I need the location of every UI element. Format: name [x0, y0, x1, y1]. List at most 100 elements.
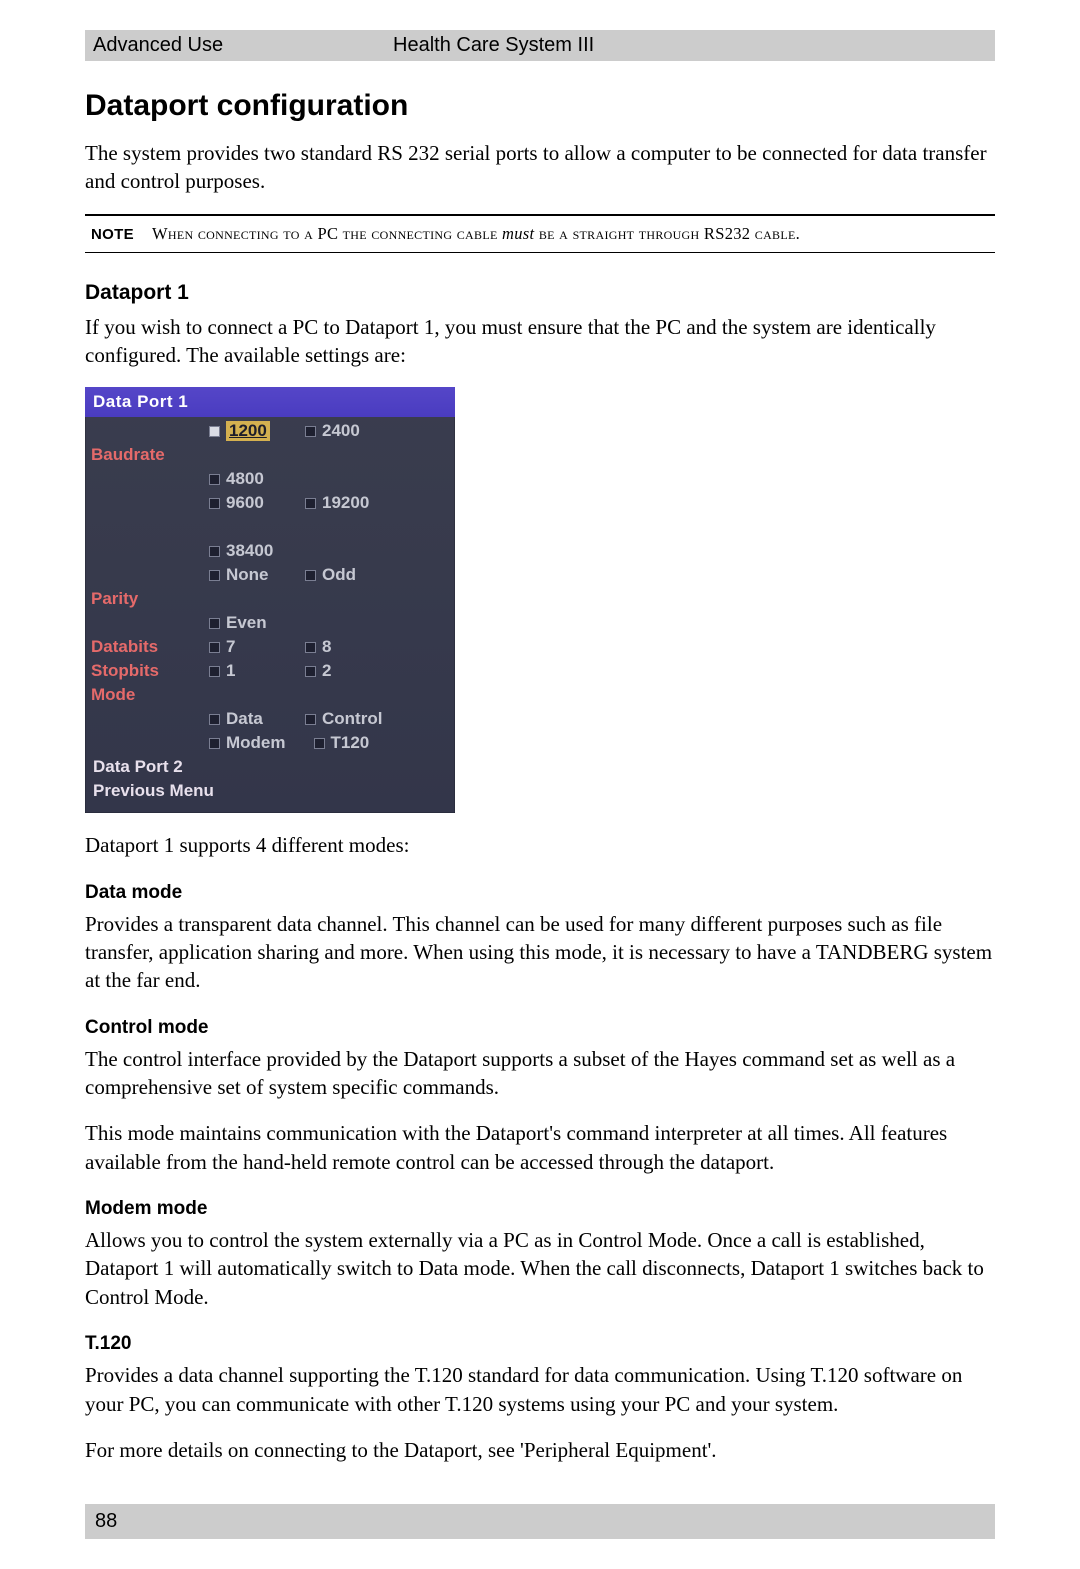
osd-row: Stopbits12 [91, 659, 449, 683]
page-footer-bar: 88 [85, 1504, 995, 1539]
osd-row-label: Stopbits [91, 661, 209, 681]
intro-paragraph: The system provides two standard RS 232 … [85, 139, 995, 196]
osd-option-label: 8 [322, 637, 331, 657]
osd-option[interactable]: None [209, 565, 277, 585]
osd-option-label: Even [226, 613, 267, 633]
osd-option-label: Control [322, 709, 382, 729]
header-section-center: Health Care System III [393, 34, 987, 57]
osd-row-options: 9600 19200 38400 [209, 493, 449, 561]
control-mode-paragraph-1: The control interface provided by the Da… [85, 1045, 995, 1102]
osd-menu: Data Port 1 Baudrate 1200 2400 4800 9600 1920… [85, 387, 455, 813]
osd-option-label: 4800 [226, 469, 264, 489]
osd-option-label: None [226, 565, 269, 585]
osd-option-label: 1 [226, 661, 235, 681]
osd-option-label: 2400 [322, 421, 360, 441]
osd-row-options: Data Control [209, 709, 449, 729]
checkbox-icon [305, 714, 316, 725]
osd-option-label: 7 [226, 637, 235, 657]
modem-mode-heading: Modem mode [85, 1198, 995, 1220]
page-title: Dataport configuration [85, 89, 995, 123]
osd-row: Data Control [91, 707, 449, 731]
osd-option-label: 1200 [226, 421, 270, 441]
osd-option[interactable]: 8 [305, 637, 373, 657]
osd-option-label: Modem [226, 733, 286, 753]
osd-nav-link[interactable]: Previous Menu [91, 779, 449, 803]
note-text: When connecting to a PC the connecting c… [152, 224, 800, 243]
t120-paragraph-1: Provides a data channel supporting the T… [85, 1361, 995, 1418]
osd-row-options: Modem T120 [209, 733, 449, 753]
checkbox-icon [209, 642, 220, 653]
osd-option-label: 9600 [226, 493, 264, 513]
osd-row: 9600 19200 38400 [91, 491, 449, 563]
osd-option[interactable]: Data [209, 709, 277, 729]
osd-row-label: Baudrate [91, 445, 209, 465]
page-number: 88 [95, 1510, 117, 1532]
checkbox-icon [305, 498, 316, 509]
checkbox-icon [209, 498, 220, 509]
osd-option[interactable]: 19200 [305, 493, 373, 513]
osd-title: Data Port 1 [85, 387, 455, 417]
osd-option-label: 2 [322, 661, 331, 681]
note-text-post: be a straight through RS232 cable. [534, 224, 800, 243]
osd-row-options: 78 [209, 637, 449, 657]
data-mode-paragraph: Provides a transparent data channel. Thi… [85, 910, 995, 995]
note-text-em: must [502, 224, 534, 243]
osd-option[interactable]: 38400 [209, 541, 277, 561]
header-section-left: Advanced Use [93, 34, 393, 57]
document-page: Advanced Use Health Care System III Data… [0, 0, 1080, 1569]
t120-paragraph-2: For more details on connecting to the Da… [85, 1436, 995, 1464]
checkbox-icon [209, 666, 220, 677]
osd-option[interactable]: 4800 [209, 469, 277, 489]
osd-row-options: None Odd Even [209, 565, 449, 633]
osd-row-label: Parity [91, 589, 209, 609]
osd-row: Databits78 [91, 635, 449, 659]
osd-row: Baudrate 1200 2400 4800 [91, 419, 449, 491]
osd-row: Mode [91, 683, 449, 707]
checkbox-icon [209, 738, 220, 749]
note-label: NOTE [91, 226, 134, 243]
osd-option[interactable]: Odd [305, 565, 373, 585]
page-header-bar: Advanced Use Health Care System III [85, 30, 995, 61]
checkbox-icon [209, 474, 220, 485]
osd-option[interactable]: 1 [209, 661, 277, 681]
after-osd-text: Dataport 1 supports 4 different modes: [85, 831, 995, 859]
osd-option[interactable]: 2400 [305, 421, 373, 441]
control-mode-paragraph-2: This mode maintains communication with t… [85, 1119, 995, 1176]
checkbox-icon [305, 426, 316, 437]
osd-option[interactable]: Control [305, 709, 382, 729]
checkbox-icon [209, 714, 220, 725]
osd-option[interactable]: Even [209, 613, 277, 633]
osd-body: Baudrate 1200 2400 4800 9600 19200 38400 Parity… [85, 417, 455, 813]
modem-mode-paragraph: Allows you to control the system externa… [85, 1226, 995, 1311]
osd-row-label: Databits [91, 637, 209, 657]
osd-option[interactable]: 2 [305, 661, 373, 681]
osd-option[interactable]: Modem [209, 733, 286, 753]
osd-row-label: Mode [91, 685, 209, 705]
osd-option-label: Odd [322, 565, 356, 585]
checkbox-icon [305, 666, 316, 677]
checkbox-icon [209, 546, 220, 557]
checkbox-icon [209, 618, 220, 629]
osd-row-options: 12 [209, 661, 449, 681]
checkbox-icon [305, 570, 316, 581]
osd-option[interactable]: T120 [314, 733, 382, 753]
osd-nav-link[interactable]: Data Port 2 [91, 755, 449, 779]
osd-option-label: 19200 [322, 493, 369, 513]
control-mode-heading: Control mode [85, 1017, 995, 1039]
osd-option-label: 38400 [226, 541, 273, 561]
osd-row-options: 1200 2400 4800 [209, 421, 449, 489]
data-mode-heading: Data mode [85, 882, 995, 904]
note-text-pre: When connecting to a PC the connecting c… [152, 224, 502, 243]
dataport1-intro: If you wish to connect a PC to Dataport … [85, 313, 995, 370]
note-callout: NOTE When connecting to a PC the connect… [85, 214, 995, 253]
t120-heading: T.120 [85, 1333, 995, 1355]
osd-option[interactable]: 1200 [209, 421, 277, 441]
osd-row: Modem T120 [91, 731, 449, 755]
checkbox-icon [314, 738, 325, 749]
osd-option[interactable]: 7 [209, 637, 277, 657]
osd-option-label: T120 [331, 733, 370, 753]
dataport1-heading: Dataport 1 [85, 281, 995, 305]
checkbox-icon [209, 570, 220, 581]
osd-option[interactable]: 9600 [209, 493, 277, 513]
osd-option-label: Data [226, 709, 263, 729]
